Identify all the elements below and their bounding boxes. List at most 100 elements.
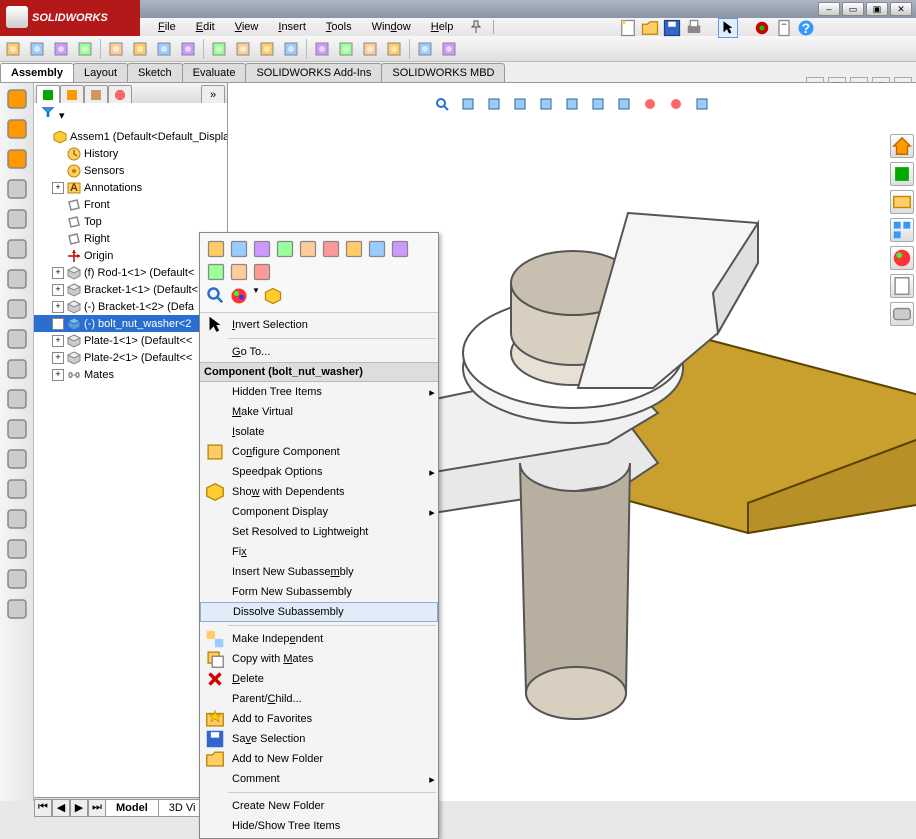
options-icon[interactable]: [774, 18, 794, 38]
help-icon[interactable]: ?: [796, 18, 816, 38]
ctx-toolbar-btn-7[interactable]: [367, 239, 387, 259]
ctx-item-save-selection[interactable]: Save Selection: [200, 729, 438, 749]
min-button[interactable]: –: [818, 2, 840, 16]
toolbar-btn-16[interactable]: [414, 38, 436, 60]
toolbar-btn-12[interactable]: [311, 38, 333, 60]
sidebar-cmd-12[interactable]: [5, 447, 29, 471]
appearances-icon[interactable]: [890, 246, 914, 270]
expander-icon[interactable]: +: [52, 352, 64, 364]
tree-item-0[interactable]: History: [34, 145, 227, 162]
menu-view[interactable]: View: [227, 19, 267, 35]
sidebar-cmd-9[interactable]: [5, 357, 29, 381]
toolbar-btn-8[interactable]: [208, 38, 230, 60]
toolbar-btn-4[interactable]: [105, 38, 127, 60]
ctx-item-hidden-tree-items[interactable]: Hidden Tree Items▸: [200, 382, 438, 402]
sidebar-cmd-11[interactable]: [5, 417, 29, 441]
rebuild-icon[interactable]: [752, 18, 772, 38]
library-icon[interactable]: [890, 162, 914, 186]
tree-item-3[interactable]: Front: [34, 196, 227, 213]
ctx-toolbar-btn-0[interactable]: [206, 239, 226, 259]
ctx-item-parent-child-[interactable]: Parent/Child...: [200, 689, 438, 709]
print-icon[interactable]: [684, 18, 704, 38]
toolbar-btn-13[interactable]: [335, 38, 357, 60]
tree-item-1[interactable]: Sensors: [34, 162, 227, 179]
ctx-item-configure-component[interactable]: Configure Component: [200, 442, 438, 462]
toolbar-btn-5[interactable]: [129, 38, 151, 60]
funnel-icon[interactable]: [40, 105, 56, 119]
ctx-toolbar-btn-11[interactable]: [252, 262, 272, 282]
sidebar-cmd-17[interactable]: [5, 597, 29, 621]
toolbar-btn-9[interactable]: [232, 38, 254, 60]
sidebar-cmd-0[interactable]: [5, 87, 29, 111]
menu-tools[interactable]: Tools: [318, 19, 360, 35]
tab-nav-first[interactable]: ⏮: [34, 799, 52, 817]
ctx-item-invert-selection[interactable]: Invert Selection: [200, 315, 438, 335]
expander-icon[interactable]: +: [52, 301, 64, 313]
ctx-item-form-new-subassembly[interactable]: Form New Subassembly: [200, 582, 438, 602]
tab-evaluate[interactable]: Evaluate: [182, 63, 247, 82]
ctx-item-make-independent[interactable]: Make Independent: [200, 629, 438, 649]
toolbar-btn-6[interactable]: [153, 38, 175, 60]
toolbar-btn-17[interactable]: [438, 38, 460, 60]
sidebar-cmd-1[interactable]: [5, 117, 29, 141]
tree-item-4[interactable]: Top: [34, 213, 227, 230]
tab-model[interactable]: Model: [105, 799, 159, 817]
custom-props-icon[interactable]: [890, 274, 914, 298]
ctx-item-component-display[interactable]: Component Display▸: [200, 502, 438, 522]
tab-addins[interactable]: SOLIDWORKS Add-Ins: [245, 63, 382, 82]
ctx-toolbar-btn-10[interactable]: [229, 262, 249, 282]
tree-item-2[interactable]: +AAnnotations: [34, 179, 227, 196]
sidebar-cmd-10[interactable]: [5, 387, 29, 411]
explorer-icon[interactable]: [890, 190, 914, 214]
sidebar-cmd-6[interactable]: [5, 267, 29, 291]
tab-layout[interactable]: Layout: [73, 63, 128, 82]
sidebar-cmd-14[interactable]: [5, 507, 29, 531]
restore-button[interactable]: ▭: [842, 2, 864, 16]
expander-icon[interactable]: +: [52, 335, 64, 347]
tree-tab-display[interactable]: [108, 85, 132, 103]
tree-root[interactable]: Assem1 (Default<Default_Displa: [34, 128, 227, 145]
ctx-toolbar-btn-8[interactable]: [390, 239, 410, 259]
ctx-item-copy-with-mates[interactable]: Copy with Mates: [200, 649, 438, 669]
ctx-zoom-icon[interactable]: [206, 286, 226, 306]
expander-icon[interactable]: +: [52, 182, 64, 194]
ctx-toolbar-btn-4[interactable]: [298, 239, 318, 259]
menu-file[interactable]: File: [150, 19, 184, 35]
menu-help[interactable]: Help: [423, 19, 462, 35]
ctx-appearance-icon[interactable]: [229, 286, 249, 306]
expander-icon[interactable]: +: [52, 369, 64, 381]
forum-icon[interactable]: [890, 302, 914, 326]
toolbar-btn-2[interactable]: [50, 38, 72, 60]
menu-window[interactable]: Window: [364, 19, 419, 35]
toolbar-btn-0[interactable]: [2, 38, 24, 60]
toolbar-btn-11[interactable]: [280, 38, 302, 60]
ctx-toolbar-btn-1[interactable]: [229, 239, 249, 259]
view-palette-icon[interactable]: [890, 218, 914, 242]
close-button[interactable]: ✕: [890, 2, 912, 16]
ctx-item-delete[interactable]: Delete: [200, 669, 438, 689]
ctx-item-create-new-folder[interactable]: Create New Folder: [200, 796, 438, 816]
tree-tab-prop[interactable]: [60, 85, 84, 103]
tab-nav-last[interactable]: ⏭: [88, 799, 106, 817]
sidebar-cmd-3[interactable]: [5, 177, 29, 201]
sidebar-cmd-2[interactable]: [5, 147, 29, 171]
restore2-button[interactable]: ▣: [866, 2, 888, 16]
expander-icon[interactable]: +: [52, 284, 64, 296]
sidebar-cmd-8[interactable]: [5, 327, 29, 351]
ctx-item-fix[interactable]: Fix: [200, 542, 438, 562]
tab-mbd[interactable]: SOLIDWORKS MBD: [381, 63, 505, 82]
toolbar-btn-3[interactable]: [74, 38, 96, 60]
sidebar-cmd-15[interactable]: [5, 537, 29, 561]
toolbar-btn-15[interactable]: [383, 38, 405, 60]
sidebar-cmd-16[interactable]: [5, 567, 29, 591]
ctx-item-speedpak-options[interactable]: Speedpak Options▸: [200, 462, 438, 482]
pushpin-icon[interactable]: [465, 16, 487, 38]
tree-tab-feature[interactable]: [36, 85, 60, 103]
tree-tab-expand[interactable]: »: [201, 85, 225, 103]
tab-nav-next[interactable]: ▶: [70, 799, 88, 817]
save-icon[interactable]: [662, 18, 682, 38]
ctx-toolbar-btn-6[interactable]: [344, 239, 364, 259]
tree-tab-config[interactable]: [84, 85, 108, 103]
ctx-item-isolate[interactable]: Isolate: [200, 422, 438, 442]
expander-icon[interactable]: +: [52, 267, 64, 279]
